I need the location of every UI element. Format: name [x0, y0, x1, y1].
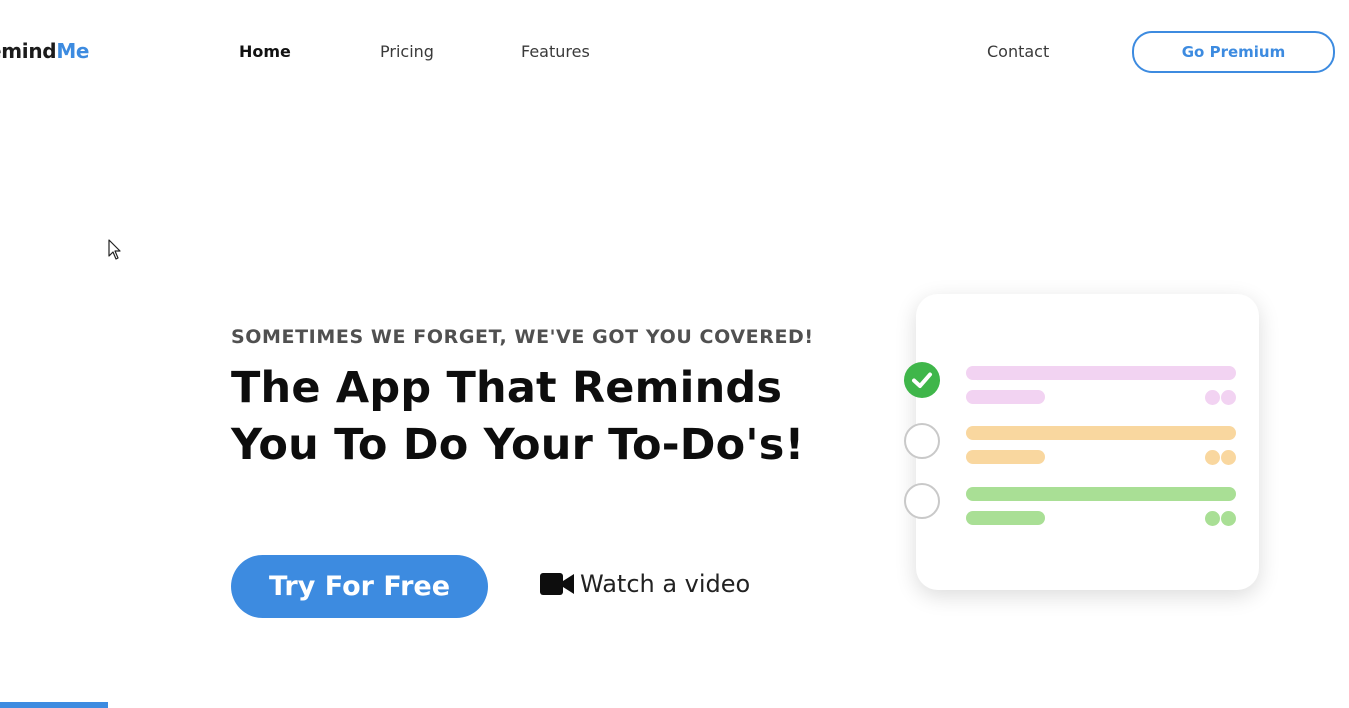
logo[interactable]: emindMe	[0, 39, 90, 63]
todo-card-illustration	[916, 294, 1259, 590]
hero-headline: The App That Reminds You To Do Your To-D…	[231, 360, 804, 474]
nav-home-link[interactable]: Home	[239, 42, 291, 61]
todo-item-dot	[1205, 450, 1220, 465]
hero-headline-line-2: You To Do Your To-Do's!	[231, 420, 805, 470]
watch-video-link[interactable]: Watch a video	[540, 570, 750, 598]
todo-item-dot	[1205, 390, 1220, 405]
logo-text-accent: Me	[56, 39, 90, 63]
todo-item-dot	[1205, 511, 1220, 526]
watch-video-label: Watch a video	[580, 570, 751, 598]
todo-item-unchecked	[904, 423, 940, 459]
go-premium-button[interactable]: Go Premium	[1132, 31, 1335, 73]
todo-item-unchecked	[904, 483, 940, 519]
video-camera-icon	[540, 573, 574, 595]
scroll-progress-bar	[0, 702, 108, 708]
hero-eyebrow: SOMETIMES WE FORGET, WE'VE GOT YOU COVER…	[231, 326, 814, 348]
nav-features-link[interactable]: Features	[521, 42, 590, 61]
todo-item-dot	[1221, 450, 1236, 465]
todo-item-dot	[1221, 390, 1236, 405]
check-icon	[912, 372, 932, 388]
todo-item-dot	[1221, 511, 1236, 526]
try-for-free-button[interactable]: Try For Free	[231, 555, 488, 618]
todo-item-subline	[966, 450, 1045, 464]
todo-item-subline	[966, 511, 1045, 525]
todo-item-checked	[904, 362, 940, 398]
logo-text-dark: emind	[0, 39, 57, 63]
landing-page: emindMe Home Pricing Features Contact Go…	[0, 0, 1349, 708]
nav-pricing-link[interactable]: Pricing	[380, 42, 434, 61]
todo-item-line	[966, 487, 1236, 501]
hero-headline-line-1: The App That Reminds	[231, 363, 783, 413]
todo-item-subline	[966, 390, 1045, 404]
mouse-cursor-icon	[108, 239, 121, 260]
nav-contact-link[interactable]: Contact	[987, 42, 1049, 61]
todo-item-line	[966, 366, 1236, 380]
todo-item-line	[966, 426, 1236, 440]
